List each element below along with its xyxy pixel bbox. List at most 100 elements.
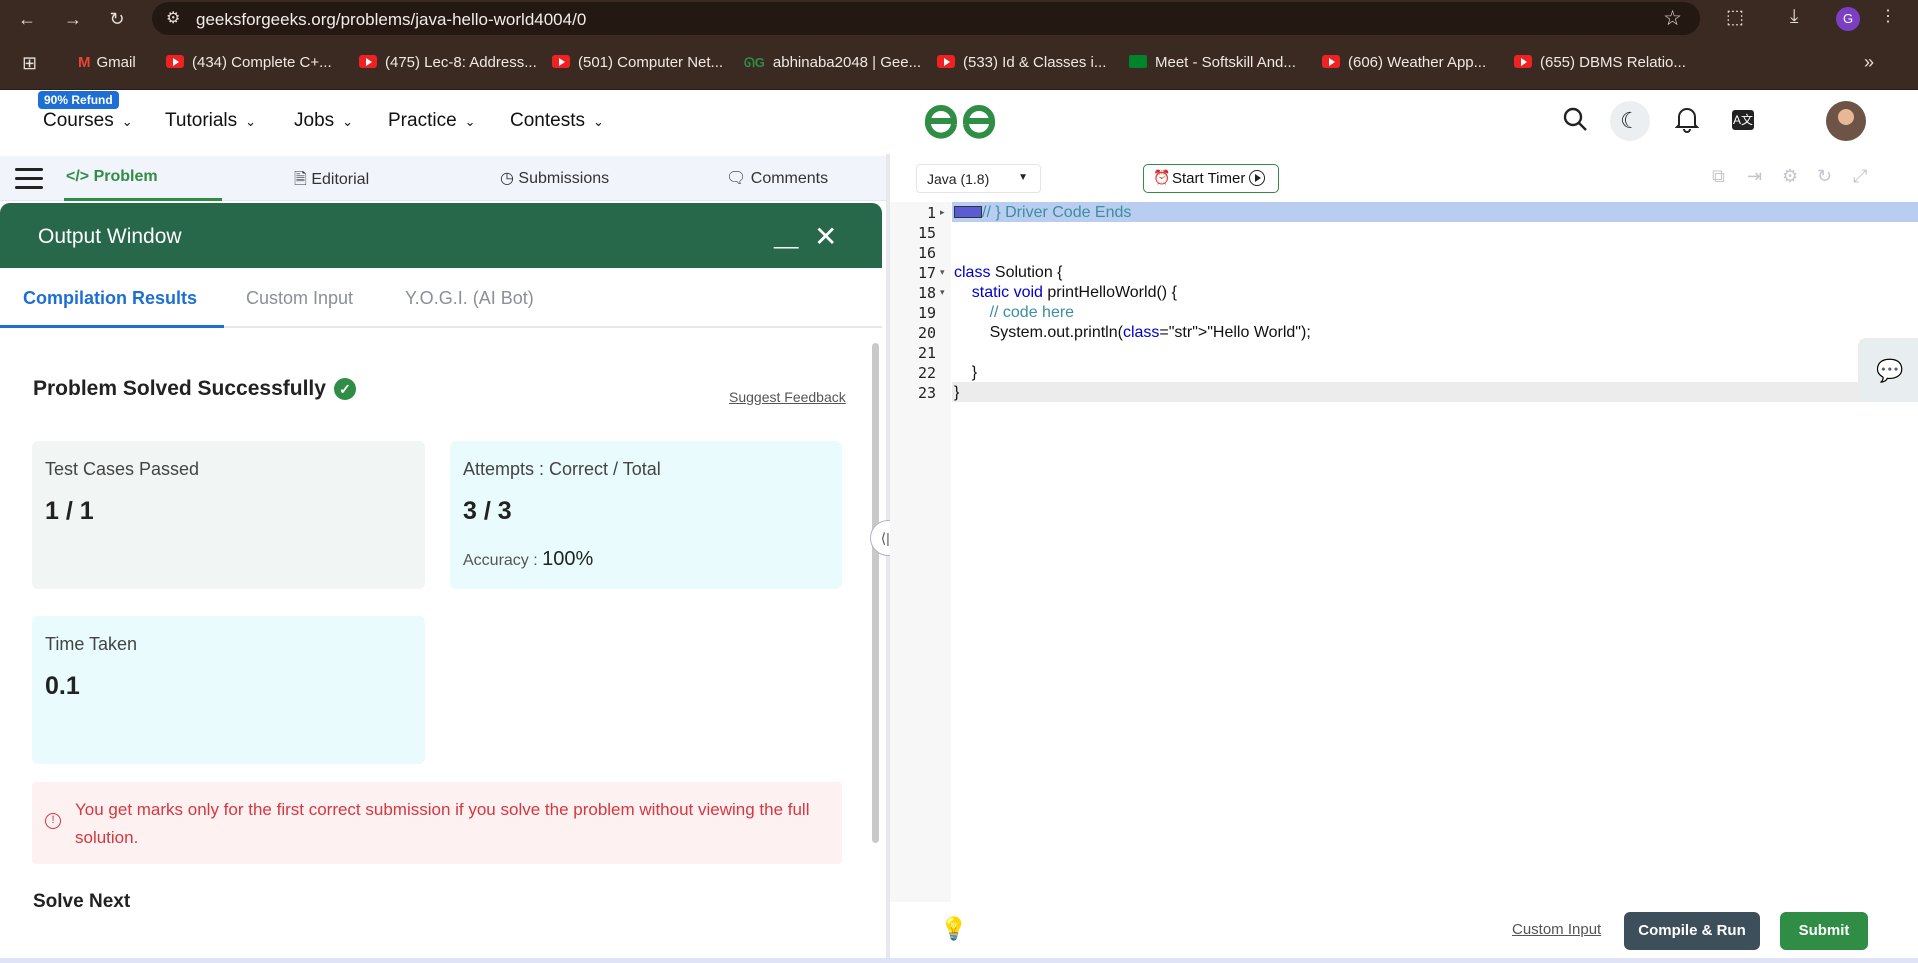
chat-button[interactable]: 💬	[1858, 338, 1918, 402]
tab-submissions[interactable]: ◷ Submissions	[500, 168, 609, 188]
solve-next-heading: Solve Next	[33, 891, 131, 912]
tab-comments[interactable]: 🗨 Comments	[726, 168, 828, 188]
current-line-highlight	[952, 382, 1918, 402]
profile-icon[interactable]: G	[1836, 7, 1860, 31]
tab-custom-input[interactable]: Custom Input	[246, 288, 353, 309]
chevron-down-icon: ⌄	[245, 114, 257, 129]
reset-icon[interactable]: ↻	[1817, 166, 1832, 187]
lightbulb-icon[interactable]: 💡	[940, 916, 967, 942]
bookmark-label: (533) Id & Classes i...	[963, 54, 1107, 71]
fold-arrow-icon[interactable]: ▸	[940, 207, 945, 218]
bookmark-label: Meet - Softskill And...	[1155, 54, 1296, 71]
refund-badge: 90% Refund	[38, 91, 119, 109]
copy-icon[interactable]: ⧉	[1712, 166, 1725, 187]
extensions-icon[interactable]: ⬚	[1726, 6, 1744, 29]
active-tab-underline	[64, 198, 222, 201]
comment-icon: 🗨	[726, 170, 747, 187]
settings-icon[interactable]: ⚙	[1782, 166, 1798, 187]
bookmark-label: (501) Computer Net...	[578, 54, 724, 71]
bookmark-item[interactable]: (606) Weather App...	[1322, 54, 1486, 71]
chevron-down-icon: ⌄	[464, 114, 476, 129]
forward-icon[interactable]: →	[60, 6, 86, 32]
bookmarks-bar: M Gmail (434) Complete C+... (475) Lec-8:…	[0, 38, 1918, 90]
tab-problem[interactable]: </> Problem	[66, 168, 158, 186]
code-line: class Solution {	[954, 264, 1063, 281]
bookmark-item[interactable]: Meet - Softskill And...	[1129, 54, 1296, 71]
nav-label: Practice	[388, 110, 457, 131]
bookmark-item[interactable]: (655) DBMS Relatio...	[1514, 54, 1686, 71]
accuracy: Accuracy : 100%	[463, 548, 593, 571]
youtube-icon	[552, 55, 570, 68]
close-button[interactable]: ✕	[814, 220, 837, 253]
nav-practice[interactable]: Practice ⌄	[388, 110, 476, 132]
browser-toolbar: ← → ↻ ⚙ geeksforgeeks.org/problems/java-…	[0, 0, 1918, 38]
bookmark-item[interactable]: ᘏG abhinaba2048 | Gee...	[744, 54, 921, 71]
back-icon[interactable]: ←	[14, 6, 40, 32]
line-number: 1	[926, 204, 936, 222]
tab-compilation-results[interactable]: Compilation Results	[23, 288, 197, 309]
tab-label: Problem	[93, 168, 158, 185]
folded-code-icon[interactable]	[954, 206, 982, 218]
bookmark-label: Gmail	[96, 54, 136, 71]
minimize-button[interactable]: __	[774, 224, 798, 250]
nav-courses[interactable]: Courses ⌄	[43, 110, 133, 132]
meet-icon	[1129, 55, 1147, 68]
output-scrollbar[interactable]	[872, 343, 879, 843]
bookmark-label: (606) Weather App...	[1348, 54, 1487, 71]
test-cases-value: 1 / 1	[45, 497, 94, 525]
chevron-down-icon: ⌄	[592, 114, 604, 129]
time-taken-card: Time Taken 0.1	[32, 616, 425, 764]
bookmark-gmail[interactable]: M Gmail	[78, 54, 136, 71]
avatar[interactable]	[1826, 101, 1866, 141]
timer-label: Start Timer	[1172, 170, 1246, 187]
start-timer-button[interactable]: ⏰ Start Timer	[1143, 164, 1279, 193]
code-line: }	[954, 364, 978, 381]
result-status: Problem Solved Successfully ✓	[33, 377, 356, 401]
translate-icon[interactable]: A文	[1732, 110, 1754, 130]
suggest-feedback-link[interactable]: Suggest Feedback	[729, 389, 846, 405]
bookmark-label: (475) Lec-8: Address...	[385, 54, 537, 71]
line-number: 17	[917, 264, 936, 282]
bookmark-item[interactable]: (475) Lec-8: Address...	[359, 54, 537, 71]
bookmark-item[interactable]: (533) Id & Classes i...	[937, 54, 1106, 71]
nav-label: Tutorials	[165, 110, 238, 131]
compile-run-button[interactable]: Compile & Run	[1624, 912, 1760, 950]
bookmark-item[interactable]: (434) Complete C+...	[166, 54, 332, 71]
site-info-icon[interactable]: ⚙	[166, 8, 180, 28]
nav-label: Contests	[510, 110, 585, 131]
bookmark-item[interactable]: (501) Computer Net...	[552, 54, 723, 71]
reload-icon[interactable]: ↻	[104, 6, 130, 32]
bookmarks-overflow-icon[interactable]: »	[1864, 52, 1874, 73]
menu-icon[interactable]: ⋮	[1880, 6, 1896, 26]
bookmark-star-icon[interactable]: ☆	[1663, 6, 1682, 31]
fullscreen-icon[interactable]: ⤢	[1853, 166, 1867, 187]
code-line: System.out.println(class="str">"Hello Wo…	[954, 324, 1311, 341]
tab-yogi-ai-bot[interactable]: Y.O.G.I. (AI Bot)	[405, 288, 534, 309]
youtube-icon	[1514, 55, 1532, 68]
document-icon: 🗎	[294, 171, 307, 188]
moon-icon[interactable]: ☾	[1610, 101, 1650, 141]
fold-arrow-icon[interactable]: ▾	[940, 267, 945, 278]
import-icon[interactable]: ⇥	[1747, 166, 1762, 187]
nav-tutorials[interactable]: Tutorials ⌄	[165, 110, 256, 132]
address-bar[interactable]: ⚙ geeksforgeeks.org/problems/java-hello-…	[152, 2, 1700, 35]
nav-contests[interactable]: Contests ⌄	[510, 110, 604, 132]
custom-input-link[interactable]: Custom Input	[1512, 921, 1601, 938]
bell-icon[interactable]	[1675, 105, 1699, 133]
apps-grid-icon[interactable]: ⊞	[22, 53, 37, 74]
submit-button[interactable]: Submit	[1780, 912, 1868, 950]
check-circle-icon: ✓	[333, 378, 356, 400]
line-number: 20	[917, 324, 936, 342]
search-icon[interactable]	[1562, 106, 1588, 132]
nav-jobs[interactable]: Jobs ⌄	[294, 110, 353, 132]
hamburger-menu-icon[interactable]	[15, 168, 43, 190]
fold-arrow-icon[interactable]: ▾	[940, 287, 945, 298]
youtube-icon	[1322, 55, 1340, 68]
alarm-icon: ⏰	[1153, 169, 1171, 185]
language-select[interactable]: Java (1.8) ▼	[916, 164, 1041, 193]
line-number: 15	[917, 224, 936, 242]
gfg-logo[interactable]	[920, 100, 1000, 142]
download-icon[interactable]: ⤓	[1790, 6, 1798, 28]
tab-editorial[interactable]: 🗎 Editorial	[294, 168, 369, 195]
info-circle-icon: !	[45, 813, 61, 829]
